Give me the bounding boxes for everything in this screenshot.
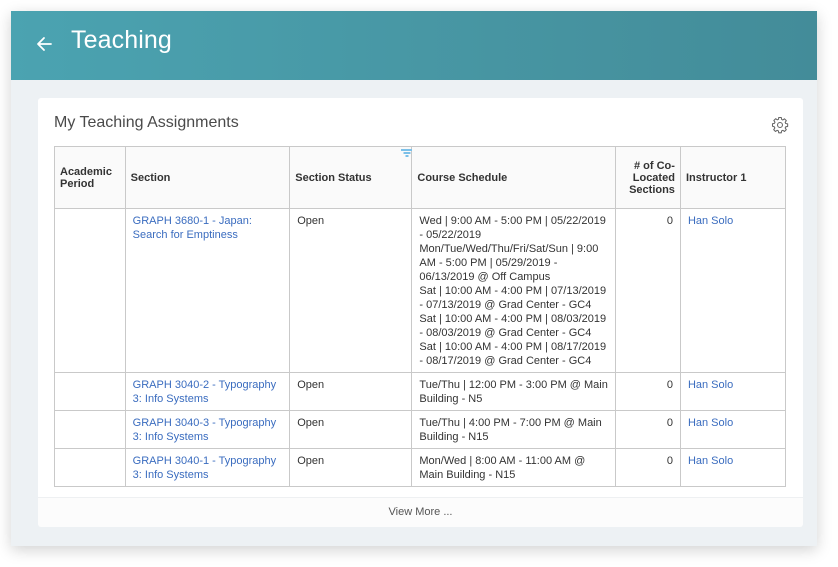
co-located-cell: 0 [615, 372, 681, 411]
schedule-cell: Tue/Thu | 12:00 PM - 3:00 PM @ Main Buil… [411, 372, 617, 411]
co-located-cell: 0 [615, 410, 681, 449]
section-link[interactable]: GRAPH 3040-3 - Typography 3: Info System… [133, 417, 276, 443]
table-row: GRAPH 3040-1 - Typography 3: Info System… [54, 448, 787, 487]
co-located-cell: 0 [615, 208, 681, 373]
table-row: GRAPH 3040-2 - Typography 3: Info System… [54, 372, 787, 411]
schedule-line: Wed | 9:00 AM - 5:00 PM | 05/22/2019 - 0… [419, 215, 606, 241]
status-cell: Open [289, 448, 413, 487]
section-link[interactable]: GRAPH 3040-1 - Typography 3: Info System… [133, 455, 276, 481]
arrow-left-icon [37, 37, 52, 51]
section-link[interactable]: GRAPH 3680-1 - Japan: Search for Emptine… [133, 215, 252, 241]
teaching-assignments-card: My Teaching Assignments Academic Period … [38, 98, 803, 527]
academic-period-cell [54, 208, 126, 373]
page-header: Teaching [11, 11, 817, 80]
co-located-cell: 0 [615, 448, 681, 487]
status-cell: Open [289, 208, 413, 373]
instructor-link[interactable]: Han Solo [688, 455, 733, 467]
column-header-instructor[interactable]: Instructor 1 [679, 146, 787, 209]
schedule-line: Tue/Thu | 12:00 PM - 3:00 PM @ Main Buil… [419, 379, 608, 405]
schedule-cell: Wed | 9:00 AM - 5:00 PM | 05/22/2019 - 0… [411, 208, 617, 373]
status-cell: Open [289, 372, 413, 411]
section-cell: GRAPH 3040-2 - Typography 3: Info System… [124, 372, 291, 411]
column-header-section[interactable]: Section [124, 146, 291, 209]
teaching-page: Teaching My Teaching Assignments Academi… [11, 11, 817, 546]
gear-icon [771, 116, 789, 134]
academic-period-cell [54, 410, 126, 449]
academic-period-cell [54, 372, 126, 411]
column-header-course-schedule[interactable]: Course Schedule [411, 146, 617, 209]
column-header-section-status[interactable]: Section Status [289, 146, 414, 209]
section-cell: GRAPH 3040-1 - Typography 3: Info System… [124, 448, 291, 487]
instructor-cell: Han Solo [679, 448, 787, 487]
schedule-line: Sat | 10:00 AM - 4:00 PM | 08/17/2019 - … [419, 341, 607, 367]
teaching-assignments-table: Academic Period Section Section Status C… [54, 146, 787, 487]
schedule-line: Mon/Tue/Wed/Thu/Fri/Sat/Sun | 9:00 AM - … [419, 243, 599, 283]
schedule-line: Sat | 10:00 AM - 4:00 PM | 08/03/2019 - … [419, 313, 607, 339]
column-header-academic-period[interactable]: Academic Period [54, 146, 126, 209]
back-button[interactable] [35, 33, 55, 55]
section-link[interactable]: GRAPH 3040-2 - Typography 3: Info System… [133, 379, 276, 405]
instructor-link[interactable]: Han Solo [688, 417, 733, 429]
schedule-line: Sat | 10:00 AM - 4:00 PM | 07/13/2019 - … [419, 285, 607, 311]
schedule-cell: Tue/Thu | 4:00 PM - 7:00 PM @ Main Build… [411, 410, 617, 449]
column-header-co-located-sections[interactable]: # of Co-Located Sections [615, 146, 681, 209]
instructor-cell: Han Solo [679, 372, 787, 411]
schedule-line: Mon/Wed | 8:00 AM - 11:00 AM @ Main Buil… [419, 455, 586, 481]
status-cell: Open [289, 410, 413, 449]
card-title: My Teaching Assignments [54, 114, 239, 131]
table-row: GRAPH 3040-3 - Typography 3: Info System… [54, 410, 787, 449]
schedule-cell: Mon/Wed | 8:00 AM - 11:00 AM @ Main Buil… [411, 448, 617, 487]
instructor-link[interactable]: Han Solo [688, 379, 733, 391]
section-cell: GRAPH 3680-1 - Japan: Search for Emptine… [124, 208, 291, 373]
table-header-row: Academic Period Section Section Status C… [54, 146, 787, 209]
academic-period-cell [54, 448, 126, 487]
table-row: GRAPH 3680-1 - Japan: Search for Emptine… [54, 208, 787, 373]
settings-button[interactable] [771, 116, 789, 134]
instructor-link[interactable]: Han Solo [688, 215, 733, 227]
page-title: Teaching [71, 26, 172, 54]
card-footer: View More ... [38, 497, 803, 527]
schedule-line: Tue/Thu | 4:00 PM - 7:00 PM @ Main Build… [419, 417, 602, 443]
instructor-cell: Han Solo [679, 208, 787, 373]
instructor-cell: Han Solo [679, 410, 787, 449]
section-cell: GRAPH 3040-3 - Typography 3: Info System… [124, 410, 291, 449]
view-more-button[interactable]: View More ... [38, 506, 803, 518]
